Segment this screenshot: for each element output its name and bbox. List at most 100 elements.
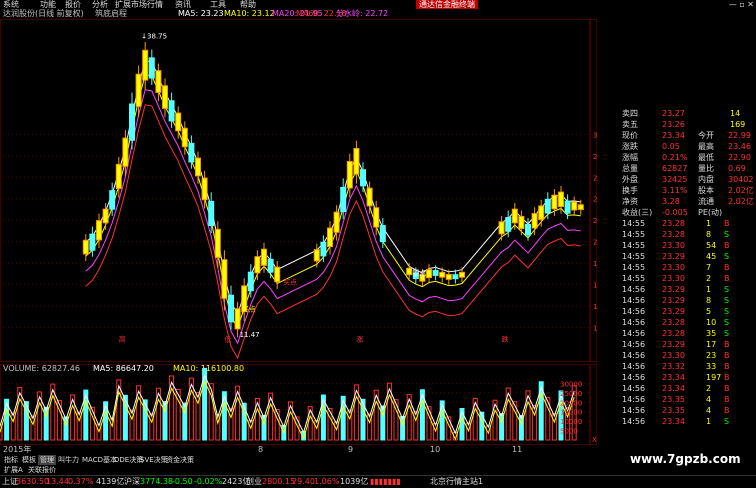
quote-row-pct: 涨幅 0.21% 最低 22.90 [620, 152, 756, 163]
tick-field: 4 [706, 406, 712, 415]
candle-body [518, 215, 525, 230]
tick-field: B [724, 395, 730, 404]
tick-field: 23.28 [662, 230, 685, 239]
candle-body [544, 198, 551, 214]
quote-field: 14 [730, 109, 741, 118]
tab-funds[interactable]: 资金决策 [164, 455, 196, 465]
tick-field: S [724, 252, 730, 261]
sz-label[interactable]: 沪深 [124, 476, 140, 488]
candle-body [340, 186, 347, 213]
quote-row-outer: 外盘 32425 内盘 30402 [620, 174, 756, 185]
tick-field: 14:56 [622, 285, 646, 294]
tab-power[interactable]: 叫牛力 [56, 455, 81, 465]
marker-fall: 跌 [502, 334, 509, 343]
menu-item-quote[interactable]: 报价 [65, 0, 81, 9]
candle-body [162, 85, 168, 109]
quote-field: 3.11% [662, 186, 688, 195]
tick-field: 5 [706, 307, 712, 316]
ma5-value: MA5: 23.23 [178, 9, 224, 18]
tick-field: 8 [706, 296, 712, 305]
tick-row: 14:56 23.29 5 S [620, 306, 756, 317]
quote-field: 流通 [698, 197, 714, 206]
price-chart[interactable]: 30.00 28.00 26.00 24.00 22.00 20.00 18.00 16.00… [0, 19, 597, 362]
volume-bar [274, 408, 280, 441]
price-tick-label: 24.00 [593, 196, 597, 204]
price-tick-label: 18.00 [593, 260, 597, 268]
menu-item-news[interactable]: 资讯 [175, 0, 191, 9]
menu-item-system[interactable]: 系统 [3, 0, 19, 9]
candle-body [122, 137, 129, 167]
sz-percent: -0.02% [194, 477, 223, 486]
price-grid [0, 19, 597, 362]
tick-field: S [724, 296, 730, 305]
volume-chart[interactable]: 30000 2500020000 1500010000 5000 X10 [0, 364, 597, 445]
quote-field: 收益(三) [622, 208, 653, 217]
tick-field: S [724, 307, 730, 316]
tick-field: 54 [706, 241, 717, 250]
quote-field: 23.34 [662, 131, 685, 140]
menu-item-analysis[interactable]: 分析 [92, 0, 108, 9]
quote-field: 62827 [662, 164, 688, 173]
date-label-oct: 10 [430, 445, 441, 454]
price-tick-label: 12.00 [593, 325, 597, 333]
cy-label[interactable]: 创业 [246, 476, 262, 488]
candlesticks [82, 42, 584, 338]
candle-body [366, 187, 373, 207]
tick-row: 14:55 23.30 7 B [620, 262, 756, 273]
tick-field: 2 [706, 384, 712, 393]
menu-item-function[interactable]: 功能 [40, 0, 56, 9]
server-name[interactable]: 北京行情主站1 [430, 476, 483, 488]
tick-field: 2 [706, 274, 712, 283]
candle-body [267, 258, 274, 273]
watermark-text: www.7gpzb.com [630, 452, 741, 466]
tick-row: 14:55 23.30 54 B [620, 240, 756, 251]
tick-field: 14:56 [622, 406, 646, 415]
tick-field: 7 [706, 263, 712, 272]
cy-amount: 1039亿 [340, 477, 369, 486]
tick-field: 1 [706, 417, 712, 426]
candle-body [102, 208, 109, 224]
quote-row-ask5: 卖五 23.26 169 [620, 119, 756, 130]
candle-body [228, 294, 234, 323]
terminal-badge[interactable]: 通达信金融终端 [416, 0, 478, 9]
tick-field: B [724, 373, 730, 382]
tick-field: 4 [706, 395, 712, 404]
tick-field: 14:55 [622, 263, 646, 272]
quote-field: 总量 [622, 164, 638, 173]
candle-body [373, 207, 380, 228]
window-controls[interactable]: — ▫ ✕ [729, 0, 754, 9]
quote-row-total: 总量 62827 量比 0.69 [620, 163, 756, 174]
tick-field: 23.29 [662, 340, 685, 349]
signal-icons: ▮▮▮▮▮▮▮ [370, 477, 401, 486]
candle-body [214, 228, 221, 258]
candle-body [551, 194, 558, 210]
menu-item-tools[interactable]: 工具 [210, 0, 226, 9]
volume-bar [479, 411, 485, 441]
tick-field: 14:56 [622, 373, 646, 382]
price-tick-label: 26.00 [593, 174, 597, 182]
menu-item-help[interactable]: 帮助 [240, 0, 256, 9]
volume-tick-label: 20000 [560, 399, 582, 407]
tick-field: 14:56 [622, 340, 646, 349]
tab-extension-a[interactable]: 扩展A [2, 465, 25, 475]
marker-low: 低 [224, 334, 231, 343]
quote-row-turnover: 换手 3.11% 股本 2.02亿 [620, 185, 756, 196]
quote-field: 23.27 [662, 109, 685, 118]
tick-field: 197 [706, 373, 722, 382]
date-label-sep: 9 [348, 445, 354, 454]
tab-indicator[interactable]: 指标 [2, 455, 20, 465]
candle-body [445, 274, 452, 280]
tab-related-quote[interactable]: 关联报价 [26, 465, 58, 475]
price-tick-label: 28.00 [593, 153, 597, 161]
tab-template[interactable]: 模板 [20, 455, 38, 465]
menu-item-extended-market[interactable]: 扩展市场行情 [115, 0, 163, 9]
tick-row: 14:56 23.34 1 S [620, 416, 756, 427]
candle-body [511, 208, 518, 224]
tab-manage[interactable]: 管理 [38, 455, 56, 465]
tick-field: 14:55 [622, 274, 646, 283]
tick-field: S [724, 417, 730, 426]
tick-row: 14:56 23.28 10 S [620, 317, 756, 328]
quote-field: 今开 [698, 131, 714, 140]
low-price-label: 11.47 [240, 331, 260, 339]
tick-field: 45 [706, 252, 717, 261]
